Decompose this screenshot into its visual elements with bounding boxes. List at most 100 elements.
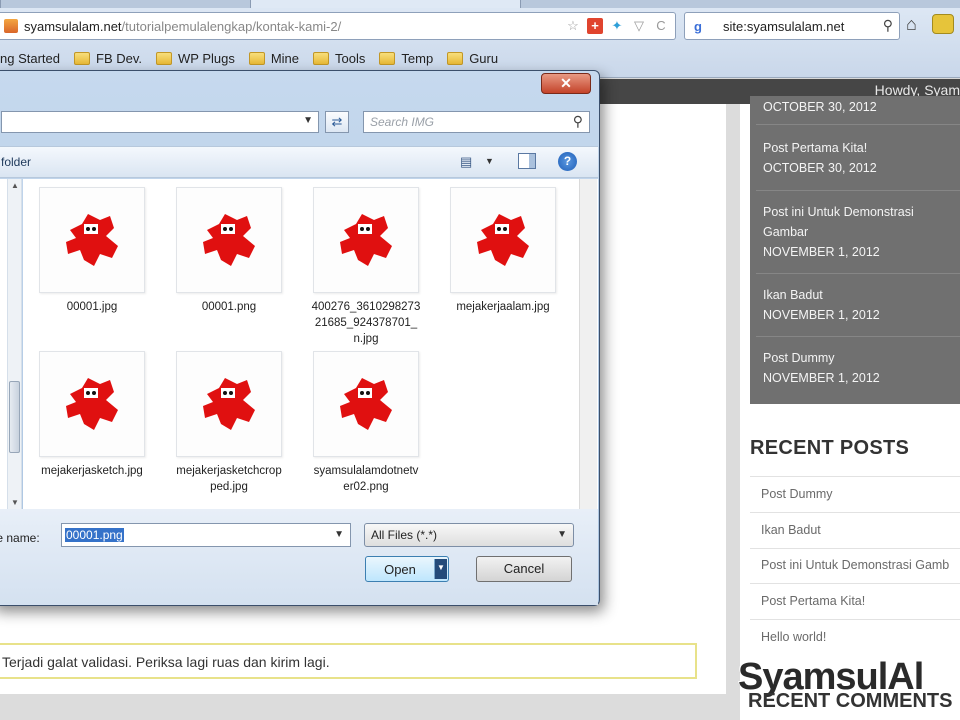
red-character-icon	[66, 214, 118, 266]
file-name: mejakerjasketchcropped.jpg	[176, 465, 282, 493]
search-query[interactable]: site:syamsulalam.net	[723, 19, 844, 34]
addon-icon[interactable]	[932, 14, 954, 34]
google-icon[interactable]: g	[689, 18, 707, 36]
change-view-icon[interactable]: ▤	[460, 154, 472, 170]
recent-post-link[interactable]: Post ini Untuk Demonstrasi Gamb	[761, 558, 949, 572]
navigation-scrollbar[interactable]: ▲ ▼	[7, 179, 21, 509]
post-date: OCTOBER 30, 2012	[763, 161, 877, 175]
file-type-select[interactable]: All Files (*.*) ▼	[364, 523, 574, 547]
divider	[756, 336, 960, 337]
tab[interactable]	[0, 0, 250, 8]
bookmark-label: WP Plugs	[178, 50, 235, 66]
recent-post-link[interactable]: Post Pertama Kita!	[761, 594, 865, 608]
refresh-button[interactable]: ⇄	[325, 111, 349, 133]
tab[interactable]	[520, 0, 700, 8]
chevron-down-icon[interactable]: ▼	[485, 156, 494, 166]
folder-search-input[interactable]: Search IMG ⚲	[363, 111, 590, 133]
red-character-icon	[477, 214, 529, 266]
sidebar-post[interactable]: Post ini Untuk Demonstrasi Gambar NOVEMB…	[763, 202, 958, 262]
bookmark-temp[interactable]: Temp	[379, 51, 433, 66]
open-button[interactable]: Open	[365, 556, 449, 582]
file-name-input[interactable]: 00001.png ▼	[61, 523, 351, 547]
bookmark-mine[interactable]: Mine	[248, 51, 299, 66]
dropdown-arrow-icon[interactable]: ▽	[631, 18, 647, 34]
post-title[interactable]: Post ini Untuk Demonstrasi Gambar	[763, 202, 958, 242]
divider	[750, 512, 960, 513]
bookmark-label: Temp	[401, 50, 434, 66]
red-character-icon	[340, 378, 392, 430]
bookmark-getting-started[interactable]: ng Started	[0, 51, 60, 66]
file-name-value[interactable]: 00001.png	[65, 528, 124, 542]
site-favicon-icon	[4, 19, 18, 33]
chevron-down-icon[interactable]: ▼	[557, 529, 567, 540]
file-list-scrollbar[interactable]	[579, 179, 597, 509]
red-character-icon	[66, 378, 118, 430]
bookmark-label: FB Dev.	[96, 50, 142, 66]
scroll-thumb[interactable]	[9, 381, 20, 453]
help-icon[interactable]: ?	[558, 152, 577, 171]
open-options-dropdown[interactable]	[434, 559, 447, 579]
divider	[750, 548, 960, 549]
validation-text: Terjadi galat validasi. Periksa lagi rua…	[2, 654, 330, 670]
search-placeholder: Search IMG	[370, 115, 435, 129]
home-icon[interactable]: ⌂	[906, 14, 917, 35]
post-date: NOVEMBER 1, 2012	[763, 308, 880, 322]
url-path: /tutorialpemulalengkap/kontak-kami-2/	[121, 19, 342, 34]
file-name-label: ile name:	[0, 531, 40, 545]
path-breadcrumb[interactable]: ▼	[1, 111, 319, 133]
file-thumbnail	[176, 187, 282, 293]
file-name: mejakerjaalam.jpg	[456, 301, 550, 313]
divider	[756, 124, 960, 125]
file-name: 00001.jpg	[66, 301, 118, 313]
divider	[750, 619, 960, 620]
file-thumbnail	[39, 351, 145, 457]
folder-icon	[447, 51, 464, 65]
recent-post-link[interactable]: Ikan Badut	[761, 523, 821, 537]
refresh-icon[interactable]: C	[653, 18, 669, 34]
recent-post-link[interactable]: Hello world!	[761, 630, 826, 644]
scroll-up-icon[interactable]: ▲	[11, 181, 19, 190]
refresh-icon: ⇄	[331, 114, 343, 129]
bookmark-wp-plugs[interactable]: WP Plugs	[156, 51, 235, 66]
post-title[interactable]: Ikan Badut	[763, 285, 958, 305]
divider	[750, 583, 960, 584]
address-bar[interactable]: syamsulalam.net/tutorialpemulalengkap/ko…	[0, 12, 676, 40]
bookmark-star-icon[interactable]: ☆	[565, 18, 581, 34]
search-icon: ⚲	[572, 113, 583, 129]
sidebar-post[interactable]: Ikan Badut NOVEMBER 1, 2012	[763, 285, 958, 325]
url-domain: syamsulalam.net	[24, 19, 122, 34]
bookmark-guru[interactable]: Guru	[447, 51, 498, 66]
url-text[interactable]: syamsulalam.net/tutorialpemulalengkap/ko…	[24, 19, 341, 34]
addthis-icon[interactable]: +	[587, 18, 603, 34]
red-character-icon	[203, 214, 255, 266]
post-title[interactable]: Post Pertama Kita!	[763, 138, 958, 158]
search-icon[interactable]: ⚲	[883, 17, 893, 34]
preview-pane-icon[interactable]	[518, 153, 536, 169]
file-thumbnail	[313, 187, 419, 293]
new-folder-button[interactable]: folder	[1, 155, 31, 169]
chevron-down-icon[interactable]: ▼	[303, 115, 313, 126]
tab-active[interactable]	[250, 0, 520, 8]
recent-comments-heading: RECENT COMMENTS	[748, 690, 953, 712]
chevron-down-icon[interactable]: ▼	[334, 529, 344, 540]
sidebar-post[interactable]: Post Dummy NOVEMBER 1, 2012	[763, 348, 958, 388]
bookmark-fb-dev[interactable]: FB Dev.	[74, 51, 142, 66]
divider	[756, 190, 960, 191]
bookmark-label: Guru	[469, 50, 499, 66]
twitter-icon[interactable]: ✦	[609, 18, 625, 34]
recent-post-link[interactable]: Post Dummy	[761, 487, 833, 501]
scroll-down-icon[interactable]: ▼	[11, 498, 19, 507]
close-button[interactable]: ✕	[541, 73, 591, 94]
search-bar[interactable]: g site:syamsulalam.net ⚲	[684, 12, 900, 40]
post-title[interactable]: Post Dummy	[763, 348, 958, 368]
folder-icon	[156, 51, 172, 65]
cancel-button[interactable]: Cancel	[476, 556, 572, 582]
post-date: NOVEMBER 1, 2012	[763, 371, 880, 385]
sidebar-post[interactable]: OCTOBER 30, 2012	[763, 97, 958, 117]
tab-strip[interactable]	[0, 0, 960, 8]
file-name: mejakerjasketch.jpg	[41, 465, 143, 477]
sidebar-post[interactable]: Post Pertama Kita! OCTOBER 30, 2012	[763, 138, 958, 178]
bookmark-tools[interactable]: Tools	[313, 51, 365, 66]
folder-icon	[379, 51, 396, 65]
red-character-icon	[340, 214, 392, 266]
